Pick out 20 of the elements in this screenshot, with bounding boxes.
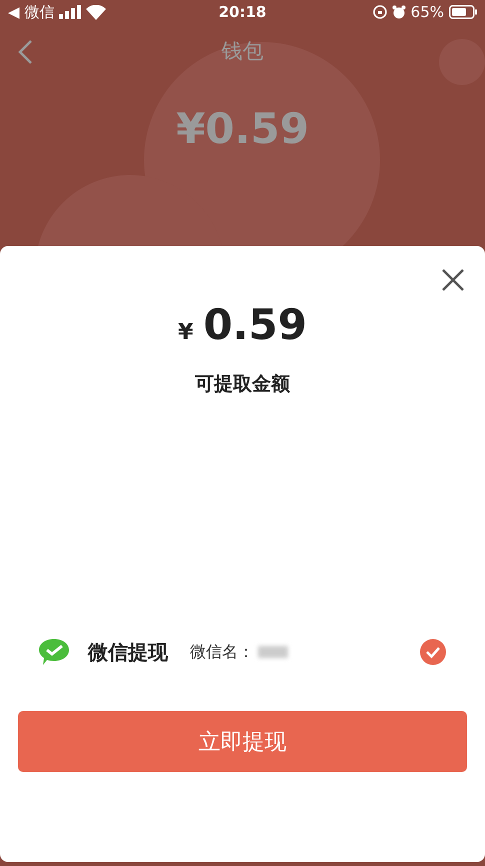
- close-icon[interactable]: [441, 268, 465, 292]
- back-to-app-link[interactable]: ◀ 微信: [8, 2, 54, 22]
- method-name: 微信提现: [88, 638, 168, 666]
- withdraw-amount: 0.59: [203, 300, 307, 349]
- battery-icon: [449, 5, 477, 19]
- account-label: 微信名：: [190, 642, 254, 662]
- status-time: 20:18: [218, 3, 266, 21]
- battery-percent: 65%: [410, 3, 444, 21]
- checkmark-icon[interactable]: [419, 638, 447, 666]
- wifi-icon: [86, 4, 106, 20]
- alarm-clock-icon: [392, 5, 406, 19]
- amount-label: 可提取金额: [195, 372, 290, 397]
- rotation-lock-icon: [372, 5, 387, 19]
- chat-bubble-icon: [38, 637, 70, 667]
- back-icon[interactable]: [16, 39, 34, 65]
- signal-icon: [59, 5, 82, 19]
- currency-symbol: ¥: [178, 320, 194, 345]
- wallet-balance: ¥0.59: [176, 104, 309, 153]
- page-title: 钱包: [222, 38, 264, 65]
- blurred-name: [258, 646, 288, 658]
